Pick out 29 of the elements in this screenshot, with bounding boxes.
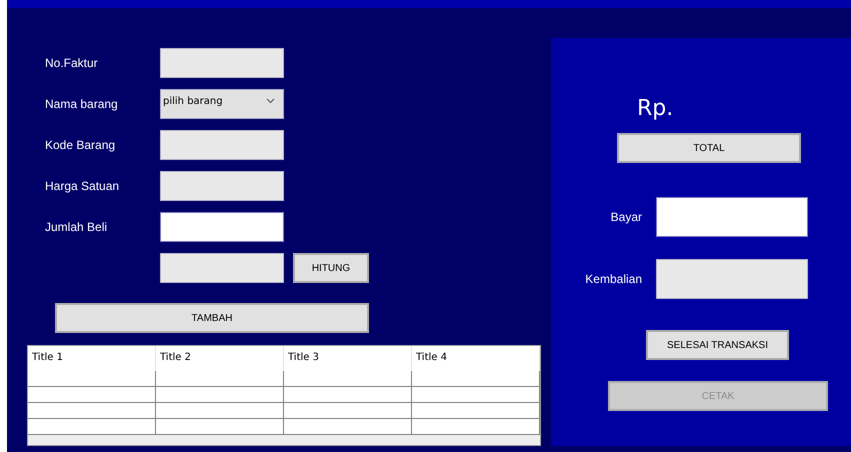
total-amount: Rp. <box>637 96 674 121</box>
field-label: Bayar <box>610 210 642 224</box>
column-header[interactable]: Title 4 <box>412 346 540 371</box>
scrollbar[interactable] <box>28 435 540 445</box>
field-label: Kembalian <box>584 272 642 286</box>
input-field[interactable] <box>160 253 284 283</box>
field-label: Harga Satuan <box>45 179 120 193</box>
finish-button[interactable]: SELESAI TRANSAKSI <box>646 330 789 360</box>
table-row[interactable] <box>28 387 540 403</box>
input-field[interactable] <box>160 171 284 201</box>
item-dropdown[interactable]: pilih barang <box>160 89 284 119</box>
column-header[interactable]: Title 2 <box>156 346 284 371</box>
column-header[interactable]: Title 1 <box>28 346 156 371</box>
field-label: Jumlah Beli <box>45 220 108 234</box>
table-row[interactable] <box>28 371 540 387</box>
calculate-button[interactable]: HITUNG <box>293 253 369 283</box>
table-row[interactable] <box>28 403 540 419</box>
add-button[interactable]: TAMBAH <box>55 303 369 333</box>
column-header[interactable]: Title 3 <box>284 346 412 371</box>
field-label: No.Faktur <box>45 56 99 70</box>
chevron-down-icon <box>266 98 275 104</box>
input-field[interactable] <box>160 212 284 242</box>
input-field[interactable] <box>160 48 284 78</box>
input-field[interactable] <box>656 197 808 237</box>
total-button[interactable]: TOTAL <box>617 133 801 163</box>
input-field[interactable] <box>656 259 808 299</box>
field-label: Nama barang <box>45 97 119 111</box>
input-field[interactable] <box>160 130 284 160</box>
field-label: Kode Barang <box>45 138 116 152</box>
